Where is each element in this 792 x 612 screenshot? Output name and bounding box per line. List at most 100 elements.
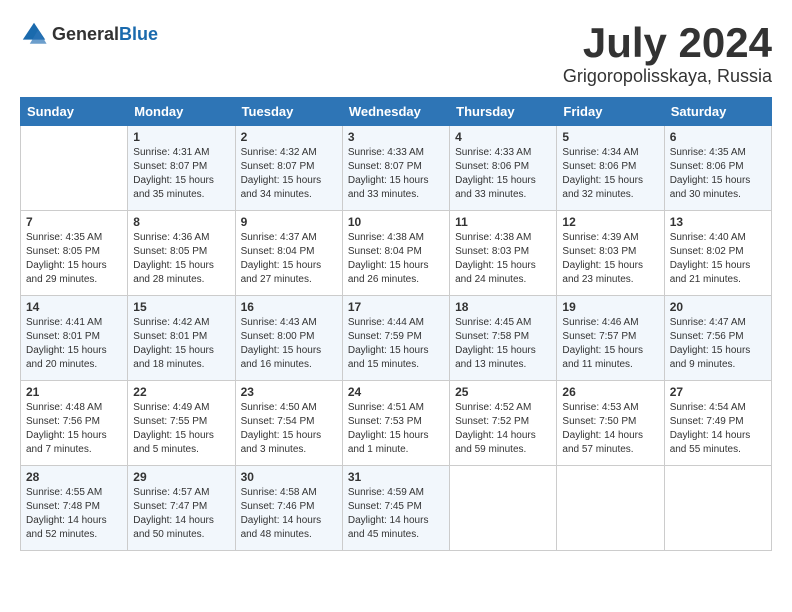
- day-info: Sunrise: 4:43 AM Sunset: 8:00 PM Dayligh…: [241, 316, 337, 372]
- day-info: Sunrise: 4:59 AM Sunset: 7:45 PM Dayligh…: [348, 486, 444, 542]
- day-info: Sunrise: 4:32 AM Sunset: 8:07 PM Dayligh…: [241, 146, 337, 202]
- day-number: 18: [455, 300, 551, 314]
- day-number: 25: [455, 385, 551, 399]
- day-number: 21: [26, 385, 122, 399]
- calendar-cell: 3 Sunrise: 4:33 AM Sunset: 8:07 PM Daylig…: [342, 126, 449, 211]
- calendar-cell: 14 Sunrise: 4:41 AM Sunset: 8:01 PM Dayli…: [21, 296, 128, 381]
- title-block: July 2024 Grigoropolisskaya, Russia: [563, 20, 772, 87]
- calendar-cell: 24 Sunrise: 4:51 AM Sunset: 7:53 PM Dayli…: [342, 381, 449, 466]
- calendar-cell: 26 Sunrise: 4:53 AM Sunset: 7:50 PM Dayli…: [557, 381, 664, 466]
- calendar-cell: 18 Sunrise: 4:45 AM Sunset: 7:58 PM Dayli…: [450, 296, 557, 381]
- weekday-header-friday: Friday: [557, 98, 664, 126]
- calendar-cell: [21, 126, 128, 211]
- day-number: 23: [241, 385, 337, 399]
- week-row-4: 21 Sunrise: 4:48 AM Sunset: 7:56 PM Dayli…: [21, 381, 772, 466]
- day-info: Sunrise: 4:46 AM Sunset: 7:57 PM Dayligh…: [562, 316, 658, 372]
- calendar-cell: 5 Sunrise: 4:34 AM Sunset: 8:06 PM Daylig…: [557, 126, 664, 211]
- day-info: Sunrise: 4:35 AM Sunset: 8:05 PM Dayligh…: [26, 231, 122, 287]
- calendar-cell: 11 Sunrise: 4:38 AM Sunset: 8:03 PM Dayli…: [450, 211, 557, 296]
- day-number: 1: [133, 130, 229, 144]
- calendar-cell: 31 Sunrise: 4:59 AM Sunset: 7:45 PM Dayli…: [342, 466, 449, 551]
- day-info: Sunrise: 4:36 AM Sunset: 8:05 PM Dayligh…: [133, 231, 229, 287]
- calendar-table: SundayMondayTuesdayWednesdayThursdayFrid…: [20, 97, 772, 551]
- day-number: 29: [133, 470, 229, 484]
- day-info: Sunrise: 4:51 AM Sunset: 7:53 PM Dayligh…: [348, 401, 444, 457]
- day-number: 3: [348, 130, 444, 144]
- day-info: Sunrise: 4:33 AM Sunset: 8:07 PM Dayligh…: [348, 146, 444, 202]
- week-row-1: 1 Sunrise: 4:31 AM Sunset: 8:07 PM Daylig…: [21, 126, 772, 211]
- weekday-header-wednesday: Wednesday: [342, 98, 449, 126]
- calendar-cell: [664, 466, 771, 551]
- logo-icon: [20, 20, 48, 48]
- calendar-cell: 4Sunrise: 4:33 AM Sunset: 8:06 PM Daylig…: [450, 126, 557, 211]
- day-number: 26: [562, 385, 658, 399]
- day-info: Sunrise: 4:45 AM Sunset: 7:58 PM Dayligh…: [455, 316, 551, 372]
- calendar-cell: 16 Sunrise: 4:43 AM Sunset: 8:00 PM Dayli…: [235, 296, 342, 381]
- calendar-cell: 17Sunrise: 4:44 AM Sunset: 7:59 PM Dayli…: [342, 296, 449, 381]
- calendar-cell: 9 Sunrise: 4:37 AM Sunset: 8:04 PM Daylig…: [235, 211, 342, 296]
- weekday-header-sunday: Sunday: [21, 98, 128, 126]
- weekday-header-saturday: Saturday: [664, 98, 771, 126]
- day-number: 7: [26, 215, 122, 229]
- day-info: Sunrise: 4:38 AM Sunset: 8:04 PM Dayligh…: [348, 231, 444, 287]
- day-info: Sunrise: 4:41 AM Sunset: 8:01 PM Dayligh…: [26, 316, 122, 372]
- day-info: Sunrise: 4:48 AM Sunset: 7:56 PM Dayligh…: [26, 401, 122, 457]
- calendar-cell: 22Sunrise: 4:49 AM Sunset: 7:55 PM Dayli…: [128, 381, 235, 466]
- weekday-header-row: SundayMondayTuesdayWednesdayThursdayFrid…: [21, 98, 772, 126]
- calendar-cell: 25 Sunrise: 4:52 AM Sunset: 7:52 PM Dayli…: [450, 381, 557, 466]
- day-number: 31: [348, 470, 444, 484]
- day-number: 10: [348, 215, 444, 229]
- day-number: 16: [241, 300, 337, 314]
- day-number: 24: [348, 385, 444, 399]
- day-number: 22: [133, 385, 229, 399]
- day-info: Sunrise: 4:34 AM Sunset: 8:06 PM Dayligh…: [562, 146, 658, 202]
- day-number: 6: [670, 130, 766, 144]
- weekday-header-monday: Monday: [128, 98, 235, 126]
- calendar-cell: 19Sunrise: 4:46 AM Sunset: 7:57 PM Dayli…: [557, 296, 664, 381]
- calendar-cell: 7 Sunrise: 4:35 AM Sunset: 8:05 PM Daylig…: [21, 211, 128, 296]
- calendar-cell: 27Sunrise: 4:54 AM Sunset: 7:49 PM Dayli…: [664, 381, 771, 466]
- day-number: 28: [26, 470, 122, 484]
- day-number: 27: [670, 385, 766, 399]
- day-info: Sunrise: 4:47 AM Sunset: 7:56 PM Dayligh…: [670, 316, 766, 372]
- day-info: Sunrise: 4:55 AM Sunset: 7:48 PM Dayligh…: [26, 486, 122, 542]
- calendar-cell: [450, 466, 557, 551]
- day-number: 17: [348, 300, 444, 314]
- day-info: Sunrise: 4:42 AM Sunset: 8:01 PM Dayligh…: [133, 316, 229, 372]
- calendar-cell: 20 Sunrise: 4:47 AM Sunset: 7:56 PM Dayli…: [664, 296, 771, 381]
- day-info: Sunrise: 4:38 AM Sunset: 8:03 PM Dayligh…: [455, 231, 551, 287]
- calendar-cell: 29Sunrise: 4:57 AM Sunset: 7:47 PM Dayli…: [128, 466, 235, 551]
- day-number: 9: [241, 215, 337, 229]
- day-number: 20: [670, 300, 766, 314]
- day-info: Sunrise: 4:31 AM Sunset: 8:07 PM Dayligh…: [133, 146, 229, 202]
- month-title: July 2024: [563, 20, 772, 66]
- calendar-cell: 6 Sunrise: 4:35 AM Sunset: 8:06 PM Daylig…: [664, 126, 771, 211]
- day-info: Sunrise: 4:58 AM Sunset: 7:46 PM Dayligh…: [241, 486, 337, 542]
- day-info: Sunrise: 4:37 AM Sunset: 8:04 PM Dayligh…: [241, 231, 337, 287]
- calendar-cell: 10 Sunrise: 4:38 AM Sunset: 8:04 PM Dayli…: [342, 211, 449, 296]
- day-info: Sunrise: 4:33 AM Sunset: 8:06 PM Dayligh…: [455, 146, 551, 202]
- day-number: 5: [562, 130, 658, 144]
- week-row-5: 28 Sunrise: 4:55 AM Sunset: 7:48 PM Dayli…: [21, 466, 772, 551]
- weekday-header-tuesday: Tuesday: [235, 98, 342, 126]
- weekday-header-thursday: Thursday: [450, 98, 557, 126]
- day-number: 11: [455, 215, 551, 229]
- calendar-cell: 28 Sunrise: 4:55 AM Sunset: 7:48 PM Dayli…: [21, 466, 128, 551]
- day-number: 12: [562, 215, 658, 229]
- day-info: Sunrise: 4:40 AM Sunset: 8:02 PM Dayligh…: [670, 231, 766, 287]
- calendar-cell: 13 Sunrise: 4:40 AM Sunset: 8:02 PM Dayli…: [664, 211, 771, 296]
- day-number: 14: [26, 300, 122, 314]
- location-title: Grigoropolisskaya, Russia: [563, 66, 772, 87]
- calendar-cell: [557, 466, 664, 551]
- day-info: Sunrise: 4:52 AM Sunset: 7:52 PM Dayligh…: [455, 401, 551, 457]
- page-header: GeneralBlue July 2024 Grigoropolisskaya,…: [20, 20, 772, 87]
- logo-blue: Blue: [119, 24, 158, 44]
- day-info: Sunrise: 4:35 AM Sunset: 8:06 PM Dayligh…: [670, 146, 766, 202]
- day-info: Sunrise: 4:39 AM Sunset: 8:03 PM Dayligh…: [562, 231, 658, 287]
- calendar-cell: 30Sunrise: 4:58 AM Sunset: 7:46 PM Dayli…: [235, 466, 342, 551]
- calendar-cell: 8Sunrise: 4:36 AM Sunset: 8:05 PM Daylig…: [128, 211, 235, 296]
- day-number: 13: [670, 215, 766, 229]
- day-info: Sunrise: 4:50 AM Sunset: 7:54 PM Dayligh…: [241, 401, 337, 457]
- day-info: Sunrise: 4:53 AM Sunset: 7:50 PM Dayligh…: [562, 401, 658, 457]
- day-number: 15: [133, 300, 229, 314]
